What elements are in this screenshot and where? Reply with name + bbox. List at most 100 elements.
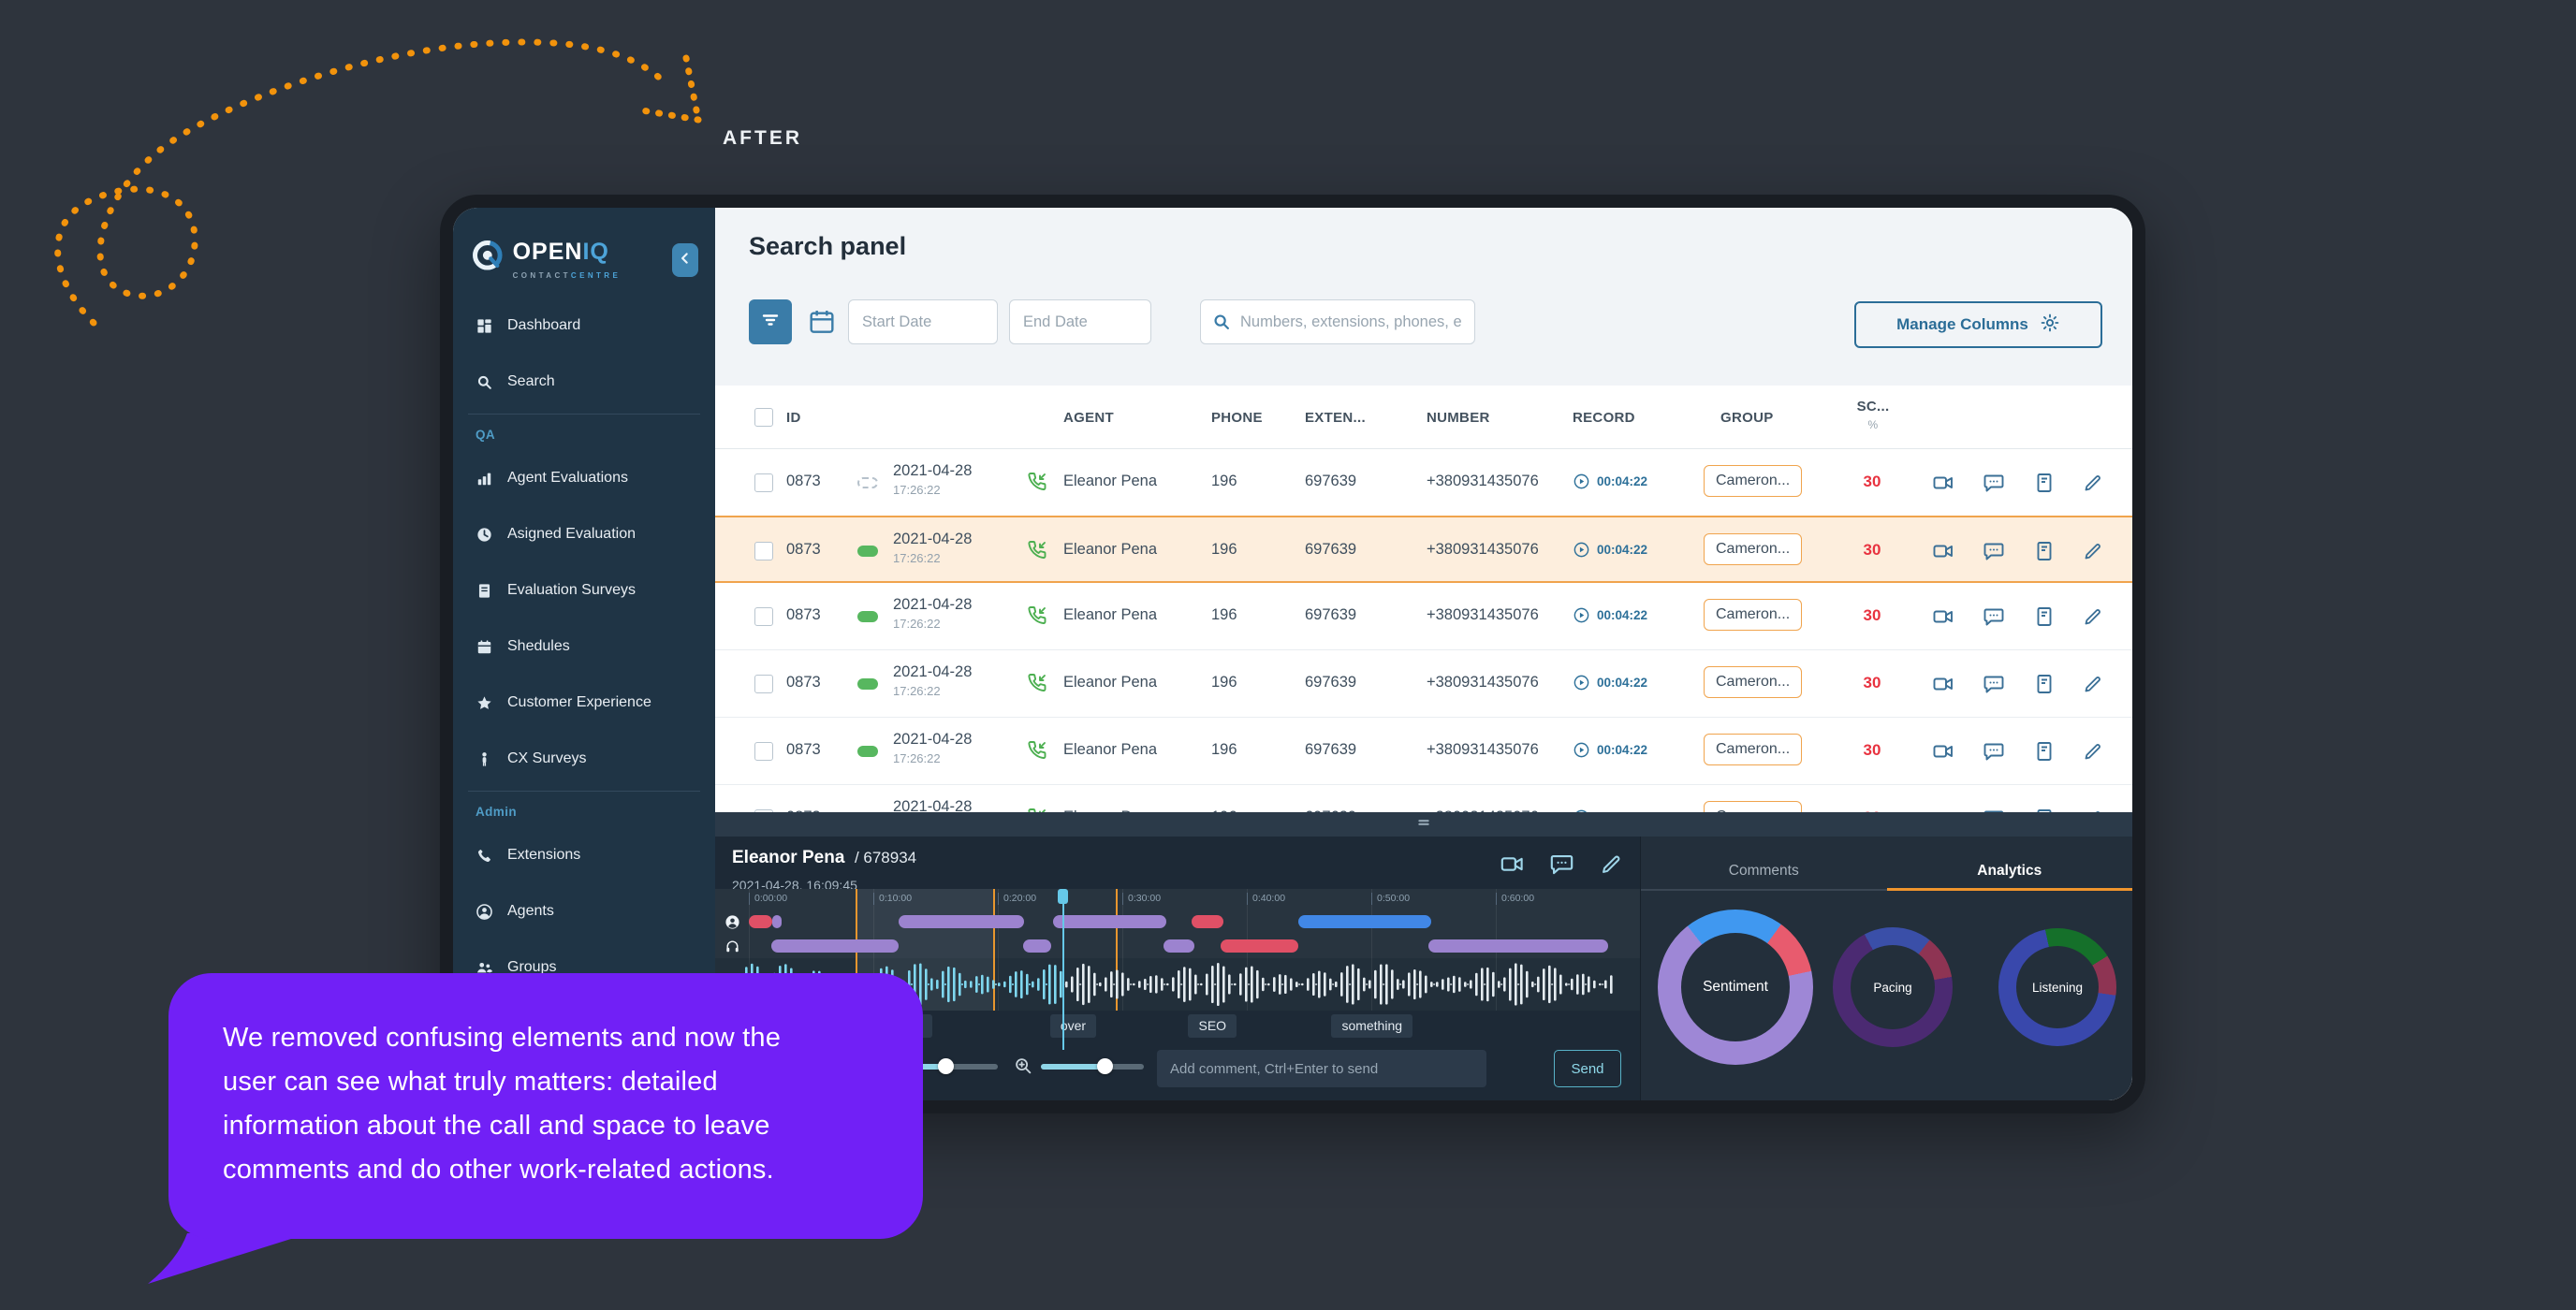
sidebar-item-cx-surveys[interactable]: CX Surveys	[453, 731, 715, 787]
pencil-icon[interactable]	[2082, 472, 2104, 494]
timeline-segment[interactable]	[1053, 915, 1166, 928]
table-row[interactable]: 08732021-04-2817:26:22Eleanor Pena196697…	[715, 449, 2132, 517]
timeline-segment[interactable]	[899, 915, 1024, 928]
keyword-chip[interactable]: SEO	[1188, 1014, 1237, 1038]
group-chip[interactable]: Cameron...	[1704, 734, 1802, 765]
row-checkbox[interactable]	[754, 542, 773, 560]
sidebar-item-asigned-evaluation[interactable]: Asigned Evaluation	[453, 506, 715, 562]
table-row[interactable]: 08732021-04-2817:26:22Eleanor Pena196697…	[715, 785, 2132, 812]
group-chip[interactable]: Cameron...	[1704, 465, 1802, 497]
pencil-icon[interactable]	[2082, 673, 2104, 695]
pencil-icon[interactable]	[2082, 540, 2104, 562]
video-icon[interactable]	[1932, 472, 1954, 494]
table-row[interactable]: 08732021-04-2817:26:22Eleanor Pena196697…	[715, 650, 2132, 718]
sidebar-item-customer-experience[interactable]: Customer Experience	[453, 675, 715, 731]
table-row[interactable]: 08732021-04-2817:26:22Eleanor Pena196697…	[715, 516, 2132, 583]
brand-logo: OPENIQ CONTACTCENTRE	[472, 239, 672, 283]
video-icon[interactable]	[1932, 605, 1954, 628]
timeline-segment[interactable]	[1298, 915, 1431, 928]
sidebar-item-agent-evaluations[interactable]: Agent Evaluations	[453, 450, 715, 506]
end-date-input[interactable]	[1009, 299, 1151, 344]
chat-icon[interactable]	[1983, 540, 2005, 562]
sidebar-item-search[interactable]: Search	[453, 354, 715, 410]
start-date-input[interactable]	[848, 299, 998, 344]
row-checkbox[interactable]	[754, 607, 773, 626]
video-icon[interactable]	[1932, 740, 1954, 763]
record-play[interactable]: 00:04:22	[1573, 541, 1647, 559]
chat-icon[interactable]	[1549, 852, 1574, 877]
col-phone[interactable]: PHONE	[1211, 410, 1263, 426]
playhead-line[interactable]	[1062, 895, 1064, 1050]
timeline-segment[interactable]	[749, 915, 772, 928]
pencil-icon[interactable]	[1599, 852, 1624, 877]
timeline-segment[interactable]	[1023, 939, 1052, 953]
row-checkbox[interactable]	[754, 473, 773, 492]
sidebar-section-label: Admin	[453, 795, 715, 827]
chat-icon[interactable]	[1983, 605, 2005, 628]
timeline-segment[interactable]	[1164, 939, 1194, 953]
manage-columns-button[interactable]: Manage Columns	[1854, 301, 2102, 348]
chat-icon[interactable]	[1983, 673, 2005, 695]
chat-icon[interactable]	[1983, 472, 2005, 494]
file-icon[interactable]	[2033, 673, 2056, 695]
col-group[interactable]: GROUP	[1720, 410, 1774, 426]
timeline-tick-label: 0:20:00	[998, 893, 1036, 905]
file-icon[interactable]	[2033, 540, 2056, 562]
timeline-segment[interactable]	[1428, 939, 1608, 953]
col-id[interactable]: ID	[786, 410, 801, 426]
col-agent[interactable]: AGENT	[1063, 410, 1114, 426]
pencil-icon[interactable]	[2082, 740, 2104, 763]
timeline-segment[interactable]	[1221, 939, 1297, 953]
search-input[interactable]	[1200, 299, 1475, 344]
donut-label: Pacing	[1851, 945, 1935, 1029]
filter-button[interactable]	[749, 299, 792, 344]
col-number[interactable]: NUMBER	[1427, 410, 1490, 426]
group-chip[interactable]: Cameron...	[1704, 801, 1802, 812]
video-icon[interactable]	[1932, 540, 1954, 562]
timeline-segment[interactable]	[772, 915, 781, 928]
col-score[interactable]: SC...%	[1845, 399, 1901, 431]
video-icon[interactable]	[1932, 673, 1954, 695]
sidebar-collapse-button[interactable]	[672, 243, 698, 277]
sidebar-item-agents[interactable]: Agents	[453, 883, 715, 939]
record-duration: 00:04:22	[1597, 676, 1647, 690]
table-row[interactable]: 08732021-04-2817:26:22Eleanor Pena196697…	[715, 583, 2132, 650]
zoom-slider[interactable]	[1041, 1064, 1144, 1070]
sidebar-item-extensions[interactable]: Extensions	[453, 827, 715, 883]
file-icon[interactable]	[2033, 472, 2056, 494]
chat-icon[interactable]	[1983, 740, 2005, 763]
row-checkbox[interactable]	[754, 675, 773, 693]
record-play[interactable]: 00:04:22	[1573, 674, 1647, 691]
keyword-chip[interactable]: something	[1331, 1014, 1412, 1038]
col-record[interactable]: RECORD	[1573, 410, 1635, 426]
sidebar-item-shedules[interactable]: Shedules	[453, 619, 715, 675]
record-play[interactable]: 00:04:22	[1573, 473, 1647, 490]
group-chip[interactable]: Cameron...	[1704, 599, 1802, 631]
openiq-logo-icon	[472, 240, 504, 281]
tab-comments[interactable]: Comments	[1641, 855, 1887, 887]
record-play[interactable]: 00:04:22	[1573, 741, 1647, 759]
col-extension[interactable]: EXTEN...	[1305, 410, 1366, 426]
send-button[interactable]: Send	[1554, 1050, 1621, 1087]
table-row[interactable]: 08732021-04-2817:26:22Eleanor Pena196697…	[715, 718, 2132, 785]
incoming-call-icon	[1026, 604, 1048, 627]
comment-input[interactable]	[1157, 1050, 1486, 1087]
record-play[interactable]: 00:04:22	[1573, 606, 1647, 624]
video-icon[interactable]	[1500, 852, 1525, 877]
group-chip[interactable]: Cameron...	[1704, 533, 1802, 565]
sidebar-item-dashboard[interactable]: Dashboard	[453, 298, 715, 354]
timeline-segment[interactable]	[1192, 915, 1222, 928]
select-all-checkbox[interactable]	[754, 408, 773, 427]
sidebar-item-evaluation-surveys[interactable]: Evaluation Surveys	[453, 562, 715, 619]
tab-analytics[interactable]: Analytics	[1887, 855, 2133, 887]
calendar-picker-icon[interactable]	[807, 307, 837, 337]
group-chip[interactable]: Cameron...	[1704, 666, 1802, 698]
panel-resize-handle[interactable]	[715, 812, 2132, 837]
volume-slider[interactable]	[917, 1064, 998, 1070]
file-icon[interactable]	[2033, 605, 2056, 628]
file-icon[interactable]	[2033, 740, 2056, 763]
timeline-segment[interactable]	[771, 939, 899, 953]
row-checkbox[interactable]	[754, 742, 773, 761]
pencil-icon[interactable]	[2082, 605, 2104, 628]
keyword-chip[interactable]: over	[1050, 1014, 1096, 1038]
